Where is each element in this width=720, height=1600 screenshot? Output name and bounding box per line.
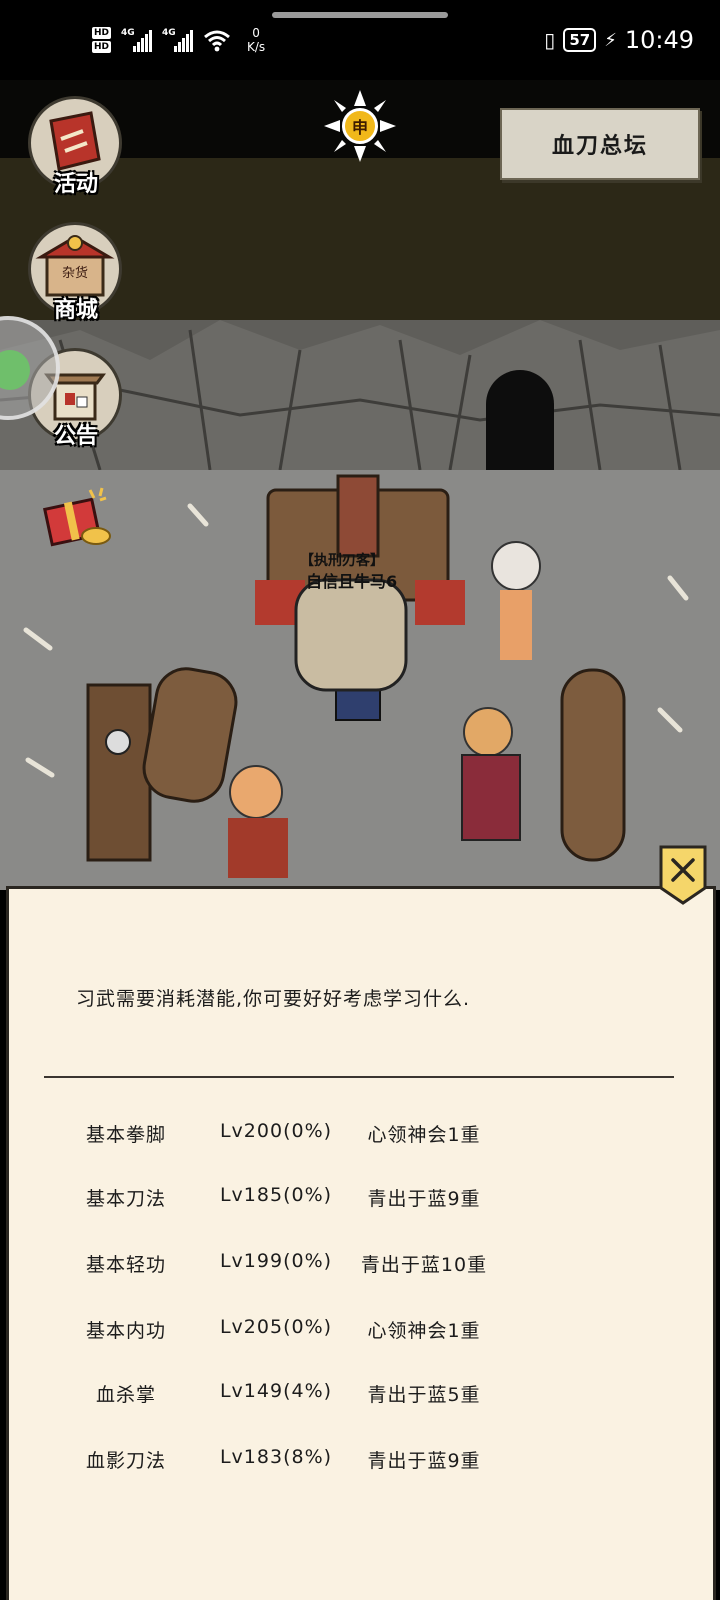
skill-row[interactable]: 基本刀法 Lv185(0%) 青出于蓝9重 bbox=[0, 1178, 720, 1218]
skill-level: Lv200(0%) bbox=[219, 1120, 333, 1142]
skill-row[interactable]: 基本内功 Lv205(0%) 心领神会1重 bbox=[0, 1310, 720, 1350]
shop-sign: 杂货 bbox=[62, 265, 88, 281]
cave-entrance[interactable] bbox=[486, 370, 554, 470]
skill-row[interactable]: 血杀掌 Lv149(4%) 青出于蓝5重 bbox=[0, 1374, 720, 1414]
speed-unit: K/s bbox=[247, 40, 266, 54]
close-button[interactable] bbox=[658, 844, 708, 906]
network-speed: 0 K/s bbox=[247, 26, 265, 54]
skill-rank: 青出于蓝5重 bbox=[367, 1384, 481, 1406]
activity-label: 活动 bbox=[53, 172, 98, 197]
skill-rank: 青出于蓝9重 bbox=[367, 1450, 481, 1472]
coffin-right bbox=[560, 668, 626, 862]
hd-icon: HD bbox=[92, 41, 112, 53]
clock: 10:49 bbox=[624, 26, 694, 54]
npc-woman bbox=[491, 541, 541, 660]
shop-button[interactable]: 杂货 商城 bbox=[28, 222, 124, 332]
skill-name: 基本刀法 bbox=[85, 1188, 166, 1210]
dialog-intro-text: 习武需要消耗潜能,你可要好好考虑学习什么. bbox=[76, 988, 471, 1010]
time-symbol: 申 bbox=[342, 108, 378, 144]
npc-title: 【执刑刃客】 bbox=[300, 553, 384, 569]
npc-name[interactable]: 自信且牛马6 bbox=[306, 568, 397, 592]
assist-icon bbox=[0, 350, 30, 390]
skill-level: Lv149(4%) bbox=[219, 1380, 333, 1402]
notice-label: 公告 bbox=[53, 424, 98, 449]
skill-level: Lv185(0%) bbox=[219, 1184, 333, 1206]
skill-rank: 心领神会1重 bbox=[367, 1320, 481, 1342]
close-icon bbox=[659, 845, 707, 905]
skill-level: Lv183(8%) bbox=[219, 1446, 333, 1468]
skill-level: Lv205(0%) bbox=[219, 1316, 333, 1338]
npc-old-man bbox=[461, 707, 521, 841]
vibrate-icon: ▯ bbox=[544, 28, 556, 52]
map-title: 血刀总坛 bbox=[500, 108, 700, 180]
status-bar: HD HD 4G 4G 0 K/s ▯ 57 ⚡ 10:49 bbox=[0, 0, 720, 80]
signal-icon: 4G bbox=[162, 28, 194, 52]
speed-value: 0 bbox=[252, 26, 260, 40]
time-sun-icon: 申 bbox=[324, 90, 396, 162]
shop-label: 商城 bbox=[53, 298, 98, 323]
divider bbox=[44, 1076, 674, 1078]
skill-row[interactable]: 基本轻功 Lv199(0%) 青出于蓝10重 bbox=[0, 1244, 720, 1284]
signal-icon: 4G bbox=[121, 28, 153, 52]
activity-button[interactable]: 活动 bbox=[28, 96, 124, 206]
skill-row[interactable]: 血影刀法 Lv183(8%) 青出于蓝9重 bbox=[0, 1440, 720, 1480]
skill-rank: 青出于蓝10重 bbox=[360, 1254, 488, 1276]
game-screen: HD HD 4G 4G 0 K/s ▯ 57 ⚡ 10:49 血刀总坛 申 活动… bbox=[0, 0, 720, 1600]
gesture-pill bbox=[272, 12, 448, 18]
npc-executioner bbox=[294, 578, 408, 692]
skill-name: 基本拳脚 bbox=[85, 1124, 166, 1146]
skill-name: 血杀掌 bbox=[95, 1384, 156, 1406]
gift-icon[interactable] bbox=[40, 478, 116, 554]
coffin-left bbox=[86, 667, 238, 862]
skill-name: 基本内功 bbox=[85, 1320, 166, 1342]
battery-icon: 57 bbox=[563, 28, 597, 52]
hd-icons: HD HD bbox=[92, 27, 112, 53]
skill-row[interactable]: 基本拳脚 Lv200(0%) 心领神会1重 bbox=[0, 1114, 720, 1154]
skill-rank: 青出于蓝9重 bbox=[367, 1188, 481, 1210]
charging-icon: ⚡ bbox=[604, 29, 617, 51]
hd-icon: HD bbox=[92, 27, 112, 39]
status-right: ▯ 57 ⚡ 10:49 bbox=[544, 22, 694, 58]
skill-name: 基本轻功 bbox=[85, 1254, 166, 1276]
status-left: HD HD 4G 4G 0 K/s bbox=[92, 20, 265, 60]
skill-level: Lv199(0%) bbox=[219, 1250, 333, 1272]
skill-name: 血影刀法 bbox=[85, 1450, 166, 1472]
skill-rank: 心领神会1重 bbox=[367, 1124, 481, 1146]
wifi-icon bbox=[204, 30, 230, 52]
npc-monk bbox=[228, 765, 288, 878]
